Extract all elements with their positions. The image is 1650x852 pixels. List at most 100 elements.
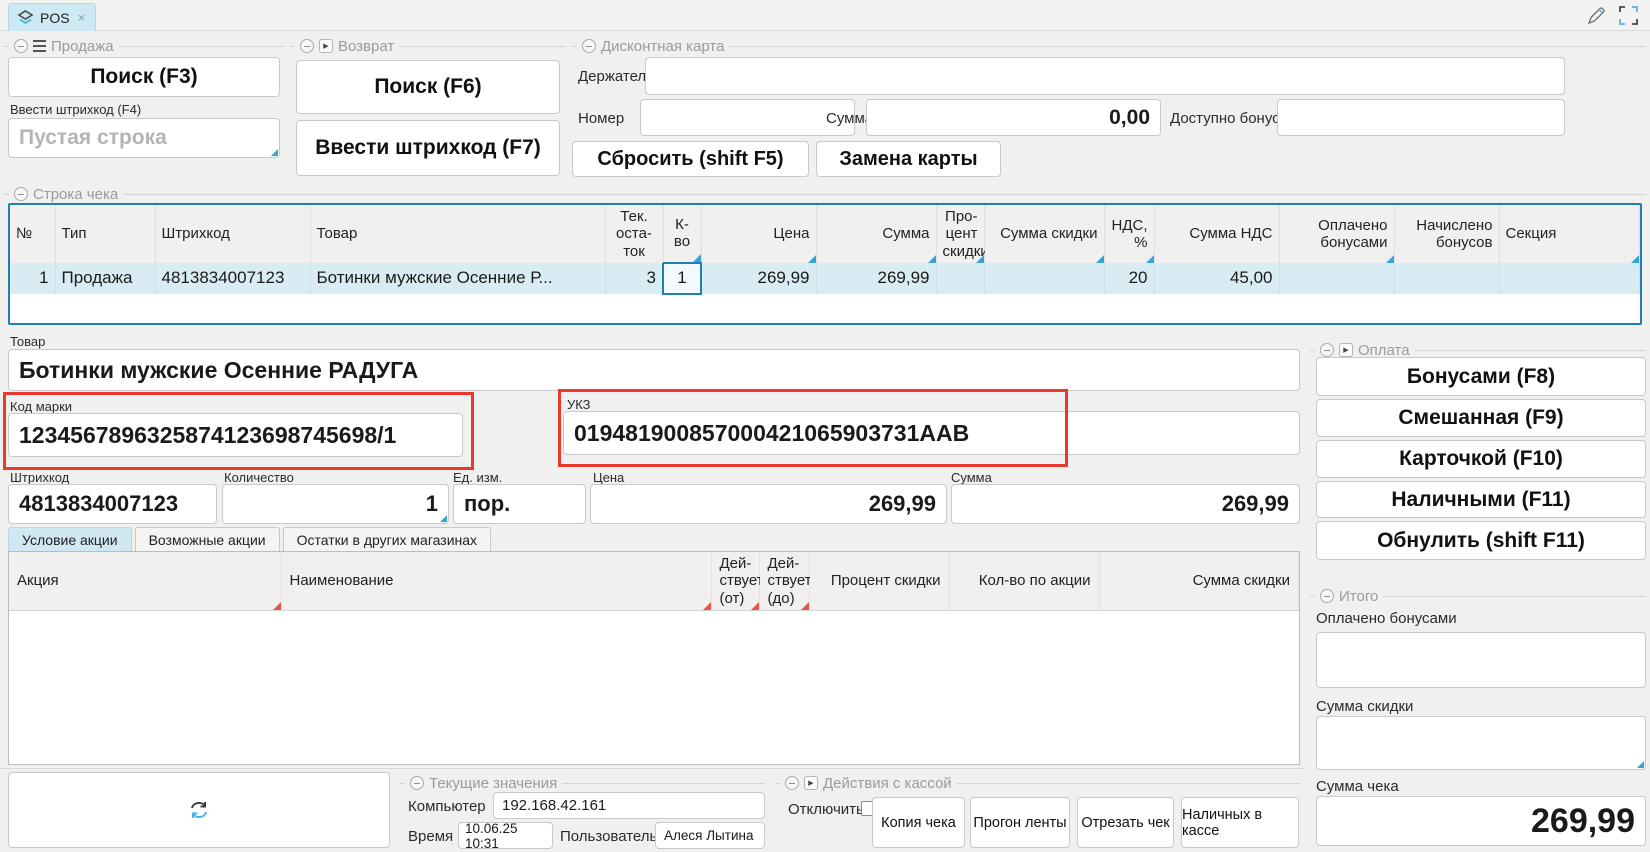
- price-field[interactable]: 269,99: [590, 484, 947, 524]
- discount-sum-label: Сумма скидки: [1316, 698, 1413, 715]
- refresh-icon[interactable]: [188, 800, 210, 820]
- barcode-field[interactable]: 4813834007123: [8, 484, 217, 524]
- sale-search-button[interactable]: Поиск (F3): [8, 57, 280, 97]
- payment-group-header: ▶ Оплата: [1310, 342, 1646, 358]
- replace-card-button[interactable]: Замена карты: [816, 141, 1001, 177]
- cell-accrued-bonus[interactable]: [1394, 263, 1499, 294]
- col-vat[interactable]: НДС, %: [1104, 205, 1154, 263]
- mark-code-input[interactable]: 1234567896325874123698745698/1: [8, 413, 463, 457]
- cut-receipt-button[interactable]: Отрезать чек: [1077, 797, 1174, 848]
- cell-type[interactable]: Продажа: [55, 263, 155, 294]
- col-valid-to[interactable]: Дей-ствует (до): [759, 552, 809, 610]
- cell-barcode[interactable]: 4813834007123: [155, 263, 310, 294]
- cell-paid-bonus[interactable]: [1279, 263, 1394, 294]
- col-promo-discount-pct[interactable]: Процент скидки: [809, 552, 949, 610]
- fullscreen-icon[interactable]: [1619, 6, 1638, 25]
- col-qty[interactable]: К-во: [663, 205, 701, 263]
- cell-number[interactable]: 1: [10, 263, 55, 294]
- card-number-input[interactable]: [640, 99, 855, 136]
- col-discount-pct[interactable]: Про-цент скидки: [936, 205, 984, 263]
- available-bonus-input[interactable]: [1277, 99, 1565, 136]
- ukz-input[interactable]: 019481900857000421065903731AAB: [563, 411, 1300, 455]
- card-sum-input[interactable]: 0,00: [866, 99, 1161, 136]
- col-discount-sum[interactable]: Сумма скидки: [984, 205, 1104, 263]
- sum-field[interactable]: 269,99: [951, 484, 1300, 524]
- col-section[interactable]: Секция: [1499, 205, 1640, 263]
- col-promo[interactable]: Акция: [9, 552, 281, 610]
- col-barcode[interactable]: Штрихкод: [155, 205, 310, 263]
- col-vat-sum[interactable]: Сумма НДС: [1154, 205, 1279, 263]
- collapse-icon[interactable]: [14, 39, 28, 53]
- cell-vat[interactable]: 20: [1104, 263, 1154, 294]
- qty-field[interactable]: 1: [222, 484, 449, 524]
- cash-in-drawer-button[interactable]: Наличных в кассе: [1181, 797, 1299, 848]
- time-field[interactable]: 10.06.25 10:31: [458, 822, 553, 849]
- receipt-copy-button[interactable]: Копия чека: [872, 797, 965, 848]
- collapse-icon[interactable]: [1320, 343, 1334, 357]
- payment-group-title: Оплата: [1358, 342, 1410, 359]
- collapse-icon[interactable]: [1320, 589, 1334, 603]
- return-barcode-button[interactable]: Ввести штрихкод (F7): [296, 120, 560, 176]
- product-name-input[interactable]: Ботинки мужские Осенние РАДУГА: [8, 349, 1300, 391]
- col-paid-bonus[interactable]: Оплачено бонусами: [1279, 205, 1394, 263]
- cell-section[interactable]: [1499, 263, 1640, 294]
- cell-sum[interactable]: 269,99: [816, 263, 936, 294]
- tab-promo-conditions[interactable]: Условие акции: [8, 527, 132, 551]
- receipt-row[interactable]: 1 Продажа 4813834007123 Ботинки мужские …: [10, 263, 1640, 294]
- collapse-icon[interactable]: [582, 39, 596, 53]
- col-product[interactable]: Товар: [310, 205, 605, 263]
- pay-card-button[interactable]: Карточкой (F10): [1316, 440, 1646, 478]
- paid-bonus-field[interactable]: [1316, 632, 1646, 688]
- cell-price[interactable]: 269,99: [701, 263, 816, 294]
- cell-vat-sum[interactable]: 45,00: [1154, 263, 1279, 294]
- sale-barcode-input-wrap: [8, 118, 280, 158]
- pay-mixed-button[interactable]: Смешанная (F9): [1316, 399, 1646, 437]
- tab-other-stores-stock[interactable]: Остатки в других магазинах: [283, 527, 491, 551]
- col-promo-name[interactable]: Наименование: [281, 552, 711, 610]
- tab-close-icon[interactable]: ×: [78, 10, 86, 25]
- col-type[interactable]: Тип: [55, 205, 155, 263]
- col-number[interactable]: №: [10, 205, 55, 263]
- play-icon[interactable]: ▶: [1339, 343, 1353, 357]
- cell-discount-pct[interactable]: [936, 263, 984, 294]
- sale-barcode-input[interactable]: [9, 119, 279, 157]
- return-search-button[interactable]: Поиск (F6): [296, 60, 560, 114]
- unit-field[interactable]: пор.: [453, 484, 586, 524]
- receipt-group-title: Строка чека: [33, 186, 118, 203]
- pay-cash-button[interactable]: Наличными (F11): [1316, 481, 1646, 518]
- collapse-icon[interactable]: [14, 187, 28, 201]
- cell-discount-sum[interactable]: [984, 263, 1104, 294]
- feed-tape-button[interactable]: Прогон ленты: [970, 797, 1070, 848]
- collapse-icon[interactable]: [410, 776, 424, 790]
- return-group-header: ▶ Возврат: [290, 38, 566, 54]
- col-accrued-bonus[interactable]: Начислено бонусов: [1394, 205, 1499, 263]
- play-icon[interactable]: ▶: [319, 39, 333, 53]
- resize-corner-icon: [271, 149, 278, 156]
- collapse-icon[interactable]: [300, 39, 314, 53]
- tab-possible-promos[interactable]: Возможные акции: [135, 527, 280, 551]
- col-promo-discount-sum[interactable]: Сумма скидки: [1099, 552, 1299, 610]
- receipt-table: № Тип Штрихкод Товар Тек. оста-ток К-во …: [8, 203, 1642, 325]
- receipt-header-row: № Тип Штрихкод Товар Тек. оста-ток К-во …: [10, 205, 1640, 263]
- col-sum[interactable]: Сумма: [816, 205, 936, 263]
- cell-product[interactable]: Ботинки мужские Осенние Р...: [310, 263, 605, 294]
- edit-pencil-icon[interactable]: [1586, 5, 1607, 26]
- holder-input[interactable]: [645, 57, 1565, 95]
- col-stock[interactable]: Тек. оста-ток: [605, 205, 663, 263]
- cell-stock[interactable]: 3: [605, 263, 663, 294]
- refresh-panel[interactable]: [8, 772, 390, 848]
- col-promo-qty[interactable]: Кол-во по акции: [949, 552, 1099, 610]
- computer-field[interactable]: 192.168.42.161: [493, 792, 765, 819]
- cell-qty[interactable]: 1: [663, 263, 701, 294]
- tab-pos[interactable]: POS ×: [8, 3, 96, 31]
- clear-receipt-button[interactable]: Обнулить (shift F11): [1316, 521, 1646, 560]
- play-icon[interactable]: ▶: [804, 776, 818, 790]
- reset-card-button[interactable]: Сбросить (shift F5): [572, 141, 809, 177]
- discount-sum-field[interactable]: [1316, 716, 1646, 770]
- pay-bonus-button[interactable]: Бонусами (F8): [1316, 357, 1646, 396]
- col-price[interactable]: Цена: [701, 205, 816, 263]
- col-valid-from[interactable]: Дей-ствует (от): [711, 552, 759, 610]
- collapse-icon[interactable]: [785, 776, 799, 790]
- receipt-total-field[interactable]: 269,99: [1316, 796, 1646, 846]
- user-field[interactable]: Алеся Лытина: [655, 822, 765, 849]
